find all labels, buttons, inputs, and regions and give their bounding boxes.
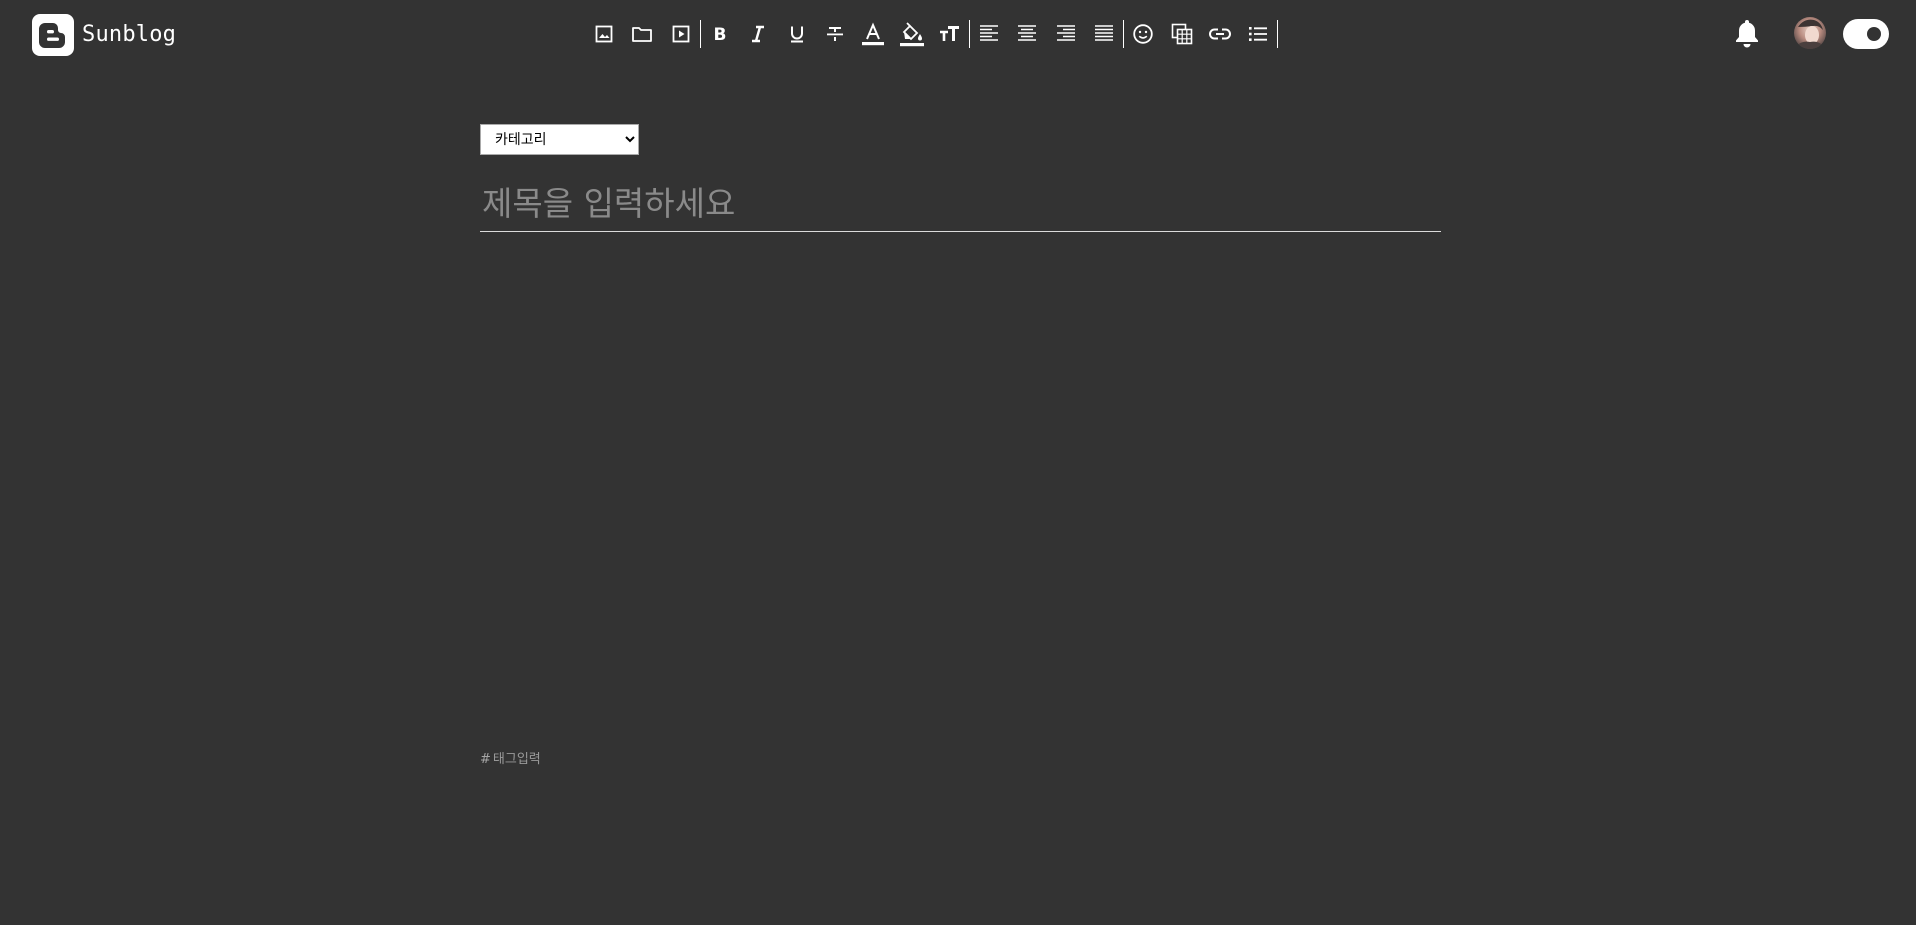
font-size-icon[interactable] bbox=[931, 16, 969, 52]
image-icon[interactable] bbox=[585, 16, 623, 52]
avatar[interactable] bbox=[1794, 17, 1826, 49]
align-justify-icon[interactable] bbox=[1085, 16, 1123, 52]
editor-toolbar: B bbox=[585, 16, 1279, 52]
align-left-icon[interactable] bbox=[970, 16, 1008, 52]
align-right-icon[interactable] bbox=[1047, 16, 1085, 52]
toolbar-separator bbox=[1277, 20, 1279, 48]
folder-icon[interactable] bbox=[623, 16, 661, 52]
underline-icon[interactable] bbox=[777, 16, 815, 52]
strikethrough-icon[interactable] bbox=[816, 16, 854, 52]
blogger-logo-icon[interactable] bbox=[32, 14, 74, 56]
bell-icon[interactable] bbox=[1733, 17, 1761, 49]
dark-mode-toggle[interactable] bbox=[1843, 19, 1889, 49]
font-color-icon[interactable] bbox=[854, 16, 892, 52]
top-bar: Sunblog B bbox=[0, 0, 1916, 70]
toggle-knob bbox=[1867, 27, 1881, 41]
link-icon[interactable] bbox=[1201, 16, 1239, 52]
bullet-list-icon[interactable] bbox=[1239, 16, 1277, 52]
italic-icon[interactable] bbox=[739, 16, 777, 52]
brand-name[interactable]: Sunblog bbox=[82, 20, 176, 50]
table-icon[interactable] bbox=[1162, 16, 1200, 52]
tag-field: # bbox=[480, 752, 693, 767]
title-input[interactable] bbox=[480, 176, 1441, 232]
content-area[interactable] bbox=[480, 250, 1441, 730]
highlight-color-icon[interactable] bbox=[892, 16, 930, 52]
tag-hash: # bbox=[480, 752, 491, 767]
tag-input[interactable] bbox=[492, 752, 693, 767]
video-icon[interactable] bbox=[662, 16, 700, 52]
bold-icon[interactable]: B bbox=[701, 16, 739, 52]
svg-text:B: B bbox=[714, 25, 727, 44]
category-select[interactable]: 카테고리 bbox=[480, 124, 639, 155]
emoji-icon[interactable] bbox=[1124, 16, 1162, 52]
align-center-icon[interactable] bbox=[1008, 16, 1046, 52]
